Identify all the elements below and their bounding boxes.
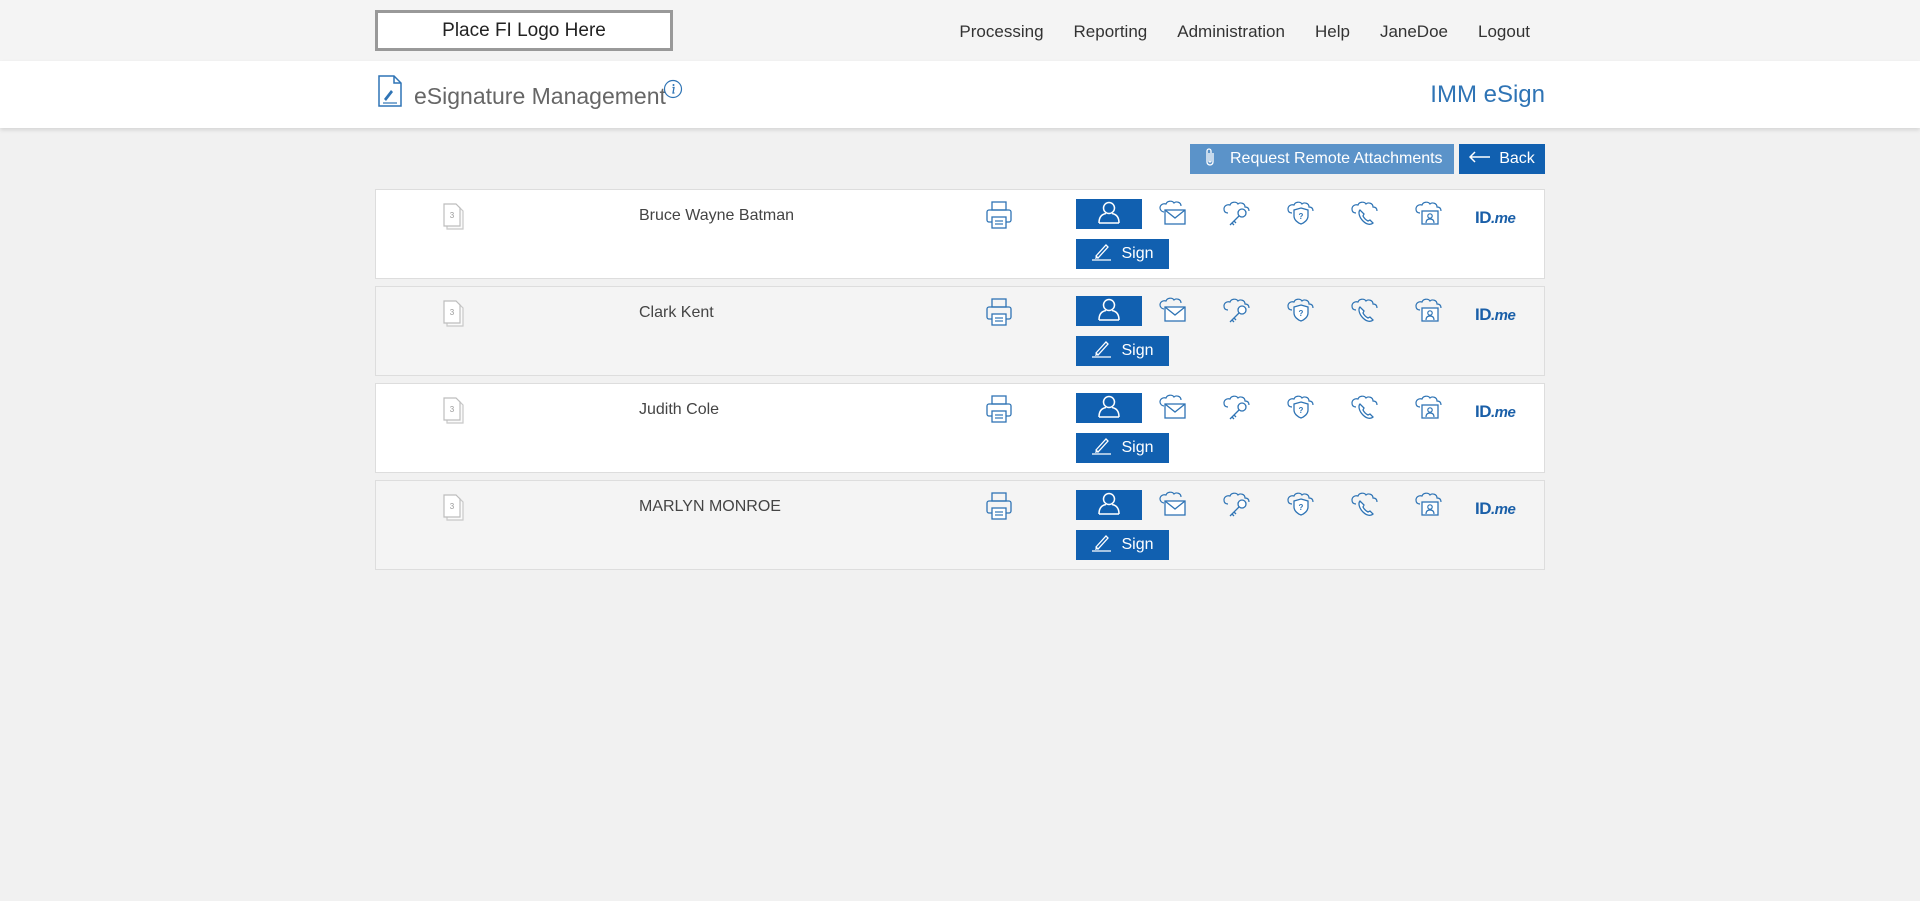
sign-label: Sign [1121, 245, 1154, 262]
idme-me-text: .me [1491, 210, 1516, 227]
print-icon[interactable] [985, 491, 1013, 526]
nav-administration[interactable]: Administration [1177, 22, 1285, 42]
signer-name: MARLYN MONROE [639, 498, 781, 515]
id-verification-auth-icon[interactable] [1414, 200, 1444, 231]
print-icon[interactable] [985, 394, 1013, 429]
document-count: 3 [450, 308, 455, 317]
email-auth-icon[interactable] [1158, 200, 1188, 231]
arrow-left-icon [1469, 150, 1491, 168]
signer-name: Clark Kent [639, 304, 714, 321]
sign-button[interactable]: Sign [1076, 433, 1169, 463]
signer-row: 3 Clark Kent ? ID.me Sign [375, 286, 1545, 376]
email-auth-icon[interactable] [1158, 297, 1188, 328]
idme-me-text: .me [1491, 404, 1516, 421]
fi-logo-placeholder: Place FI Logo Here [375, 10, 673, 51]
request-remote-attachments-label: Request Remote Attachments [1230, 150, 1443, 167]
print-icon[interactable] [985, 297, 1013, 332]
pen-icon [1091, 534, 1113, 557]
signer-row: 3 Judith Cole ? ID.me Sign [375, 383, 1545, 473]
security-question-auth-icon[interactable]: ? [1286, 297, 1316, 328]
key-auth-icon[interactable] [1222, 394, 1252, 425]
nav-logout[interactable]: Logout [1478, 22, 1530, 42]
signer-row: 3 MARLYN MONROE ? ID.me Sign [375, 480, 1545, 570]
idme-id-text: ID [1475, 499, 1492, 518]
email-auth-icon[interactable] [1158, 491, 1188, 522]
page-title: eSignature Management [414, 83, 666, 109]
nav-help[interactable]: Help [1315, 22, 1350, 42]
signer-name: Judith Cole [639, 401, 720, 418]
in-person-icon [1097, 200, 1121, 229]
svg-text:?: ? [1299, 406, 1304, 415]
key-auth-icon[interactable] [1222, 491, 1252, 522]
idme-id-text: ID [1475, 305, 1492, 324]
main-nav: Processing Reporting Administration Help… [929, 22, 1530, 42]
svg-text:?: ? [1299, 309, 1304, 318]
sign-label: Sign [1121, 439, 1154, 456]
id-verification-auth-icon[interactable] [1414, 297, 1444, 328]
signer-list: 3 Bruce Wayne Batman ? ID.me Sign 3 Clar… [375, 189, 1545, 577]
idme-me-text: .me [1491, 307, 1516, 324]
info-icon[interactable] [663, 79, 683, 104]
svg-text:?: ? [1299, 503, 1304, 512]
signer-name: Bruce Wayne Batman [639, 207, 795, 224]
phone-auth-icon[interactable] [1350, 297, 1380, 328]
pen-icon [1091, 340, 1113, 363]
pen-icon [1091, 437, 1113, 460]
svg-text:?: ? [1299, 212, 1304, 221]
idme-auth-logo[interactable]: ID.me [1475, 208, 1516, 228]
idme-me-text: .me [1491, 501, 1516, 518]
in-person-icon [1097, 394, 1121, 423]
phone-auth-icon[interactable] [1350, 200, 1380, 231]
idme-auth-logo[interactable]: ID.me [1475, 305, 1516, 325]
sign-label: Sign [1121, 536, 1154, 553]
key-auth-icon[interactable] [1222, 200, 1252, 231]
in-person-auth-button[interactable] [1076, 296, 1142, 326]
paperclip-icon [1204, 147, 1216, 172]
sign-button[interactable]: Sign [1076, 530, 1169, 560]
sign-button[interactable]: Sign [1076, 239, 1169, 269]
id-verification-auth-icon[interactable] [1414, 491, 1444, 522]
in-person-icon [1097, 491, 1121, 520]
app-name: IMM eSign [1430, 81, 1545, 108]
document-count: 3 [450, 211, 455, 220]
idme-id-text: ID [1475, 208, 1492, 227]
document-count-icon: 3 [442, 203, 466, 236]
in-person-auth-button[interactable] [1076, 199, 1142, 229]
back-label: Back [1499, 150, 1535, 167]
phone-auth-icon[interactable] [1350, 394, 1380, 425]
nav-user[interactable]: JaneDoe [1380, 22, 1448, 42]
sign-button[interactable]: Sign [1076, 336, 1169, 366]
security-question-auth-icon[interactable]: ? [1286, 394, 1316, 425]
idme-auth-logo[interactable]: ID.me [1475, 402, 1516, 422]
back-button[interactable]: Back [1459, 144, 1545, 174]
sign-label: Sign [1121, 342, 1154, 359]
pen-icon [1091, 243, 1113, 266]
key-auth-icon[interactable] [1222, 297, 1252, 328]
in-person-auth-button[interactable] [1076, 490, 1142, 520]
in-person-auth-button[interactable] [1076, 393, 1142, 423]
document-count-icon: 3 [442, 300, 466, 333]
in-person-icon [1097, 297, 1121, 326]
idme-id-text: ID [1475, 402, 1492, 421]
document-count-icon: 3 [442, 494, 466, 527]
phone-auth-icon[interactable] [1350, 491, 1380, 522]
security-question-auth-icon[interactable]: ? [1286, 491, 1316, 522]
print-icon[interactable] [985, 200, 1013, 235]
esign-document-icon [377, 75, 403, 112]
security-question-auth-icon[interactable]: ? [1286, 200, 1316, 231]
document-count: 3 [450, 405, 455, 414]
signer-row: 3 Bruce Wayne Batman ? ID.me Sign [375, 189, 1545, 279]
top-bar: Place FI Logo Here Processing Reporting … [0, 0, 1920, 61]
request-remote-attachments-button[interactable]: Request Remote Attachments [1190, 144, 1454, 174]
document-count: 3 [450, 502, 455, 511]
email-auth-icon[interactable] [1158, 394, 1188, 425]
id-verification-auth-icon[interactable] [1414, 394, 1444, 425]
document-count-icon: 3 [442, 397, 466, 430]
nav-processing[interactable]: Processing [959, 22, 1043, 42]
nav-reporting[interactable]: Reporting [1074, 22, 1148, 42]
idme-auth-logo[interactable]: ID.me [1475, 499, 1516, 519]
title-bar: eSignature Management IMM eSign [0, 61, 1920, 128]
